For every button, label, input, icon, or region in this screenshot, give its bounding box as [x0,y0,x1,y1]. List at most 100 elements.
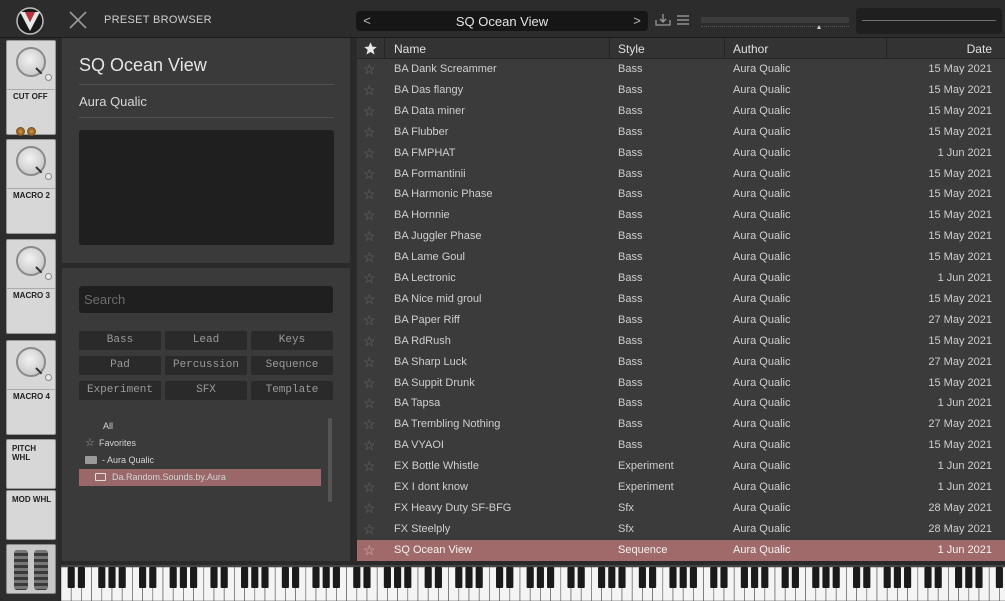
tag-template[interactable]: Template [251,381,333,400]
star-icon[interactable]: ☆ [363,395,376,411]
next-preset-button[interactable]: > [630,13,644,28]
black-key[interactable] [863,567,871,588]
star-icon[interactable]: ☆ [363,270,376,286]
pitch-wheel[interactable] [14,550,28,590]
black-key[interactable] [751,567,759,588]
black-key[interactable] [649,567,657,588]
tag-keys[interactable]: Keys [251,331,333,350]
table-row[interactable]: ☆ FX Heavy Duty SF-BFG Sfx Aura Qualic 28 Ma… [357,498,1005,519]
black-key[interactable] [904,567,912,588]
black-key[interactable] [220,567,228,588]
volume-marker[interactable] [817,25,821,29]
table-row[interactable]: ☆ SQ Ocean View Sequence Aura Qualic 1 Jun 2… [357,539,1005,561]
macro-knob-1[interactable]: CUT OFF [6,40,56,136]
close-icon[interactable] [68,10,88,30]
table-row[interactable]: ☆ BA FMPHAT Bass Aura Qualic 1 Jun 2021 [357,143,1005,164]
black-key[interactable] [241,567,249,588]
black-key[interactable] [322,567,330,588]
star-icon[interactable]: ☆ [363,500,376,516]
star-icon[interactable]: ☆ [363,82,376,98]
star-icon[interactable]: ☆ [363,312,376,328]
black-key[interactable] [332,567,340,588]
star-icon[interactable]: ☆ [363,291,376,307]
table-row[interactable]: ☆ FX Steelply Sfx Aura Qualic 28 May 2021 [357,519,1005,540]
black-key[interactable] [281,567,289,588]
tag-percussion[interactable]: Percussion [165,356,247,375]
star-icon[interactable]: ☆ [363,249,376,265]
tag-sequence[interactable]: Sequence [251,356,333,375]
black-key[interactable] [812,567,820,588]
star-icon[interactable]: ☆ [363,521,376,537]
black-key[interactable] [169,567,177,588]
black-key[interactable] [139,567,147,588]
black-key[interactable] [822,567,830,588]
black-key[interactable] [975,567,983,588]
column-header-author[interactable]: Author [733,42,768,56]
table-row[interactable]: ☆ BA RdRush Bass Aura Qualic 15 May 2021 [357,331,1005,352]
black-key[interactable] [312,567,320,588]
star-icon[interactable]: ☆ [363,145,376,161]
black-key[interactable] [118,567,126,588]
black-key[interactable] [781,567,789,588]
knob-icon[interactable] [16,47,52,81]
black-key[interactable] [577,567,585,588]
black-key[interactable] [179,567,187,588]
black-key[interactable] [791,567,799,588]
star-icon[interactable]: ☆ [363,186,376,202]
table-row[interactable]: ☆ BA Flubber Bass Aura Qualic 15 May 2021 [357,122,1005,143]
star-icon[interactable]: ☆ [363,103,376,119]
black-key[interactable] [689,567,697,588]
black-key[interactable] [720,567,728,588]
table-row[interactable]: ☆ BA Suppit Drunk Bass Aura Qualic 15 May 20… [357,373,1005,394]
black-key[interactable] [190,567,198,588]
star-icon[interactable]: ☆ [363,437,376,453]
black-key[interactable] [496,567,504,588]
table-row[interactable]: ☆ BA Das flangy Bass Aura Qualic 15 May 2021 [357,80,1005,101]
black-key[interactable] [547,567,555,588]
macro-knob-4[interactable]: MACRO 4 [6,340,56,435]
black-key[interactable] [893,567,901,588]
vital-logo-icon[interactable] [14,7,46,35]
tag-pad[interactable]: Pad [79,356,161,375]
black-key[interactable] [77,567,85,588]
star-icon[interactable]: ☆ [363,207,376,223]
table-row[interactable]: ☆ BA Hornnie Bass Aura Qualic 15 May 2021 [357,205,1005,226]
black-key[interactable] [669,567,677,588]
black-key[interactable] [710,567,718,588]
tag-bass[interactable]: Bass [79,331,161,350]
black-key[interactable] [955,567,963,588]
mod-wheel-button[interactable]: MOD WHL [6,490,56,540]
macro-knob-2[interactable]: MACRO 2 [6,139,56,234]
black-key[interactable] [455,567,463,588]
table-row[interactable]: ☆ BA Data miner Bass Aura Qualic 15 May 2021 [357,101,1005,122]
black-key[interactable] [363,567,371,588]
volume-meter[interactable] [701,14,849,29]
black-key[interactable] [353,567,361,588]
black-key[interactable] [608,567,616,588]
black-key[interactable] [761,567,769,588]
star-icon[interactable]: ☆ [363,333,376,349]
tree-scrollbar[interactable] [328,418,332,502]
knob-icon[interactable] [16,246,52,280]
black-key[interactable] [261,567,269,588]
black-key[interactable] [210,567,218,588]
tag-sfx[interactable]: SFX [165,381,247,400]
black-key[interactable] [292,567,300,588]
star-icon[interactable]: ☆ [363,354,376,370]
column-header-style[interactable]: Style [618,42,645,56]
black-key[interactable] [465,567,473,588]
star-icon[interactable]: ☆ [363,228,376,244]
black-key[interactable] [394,567,402,588]
star-icon[interactable]: ☆ [363,479,376,495]
star-icon[interactable]: ☆ [363,542,376,558]
black-key[interactable] [832,567,840,588]
table-row[interactable]: ☆ BA VYAOI Bass Aura Qualic 15 May 2021 [357,435,1005,456]
column-header-date[interactable]: Date [967,42,992,56]
table-row[interactable]: ☆ EX Bottle Whistle Experiment Aura Qualic 1… [357,456,1005,477]
table-row[interactable]: ☆ BA Harmonic Phase Bass Aura Qualic 15 May … [357,184,1005,205]
table-row[interactable]: ☆ BA Nice mid groul Bass Aura Qualic 15 May … [357,289,1005,310]
table-row[interactable]: ☆ BA Trembling Nothing Bass Aura Qualic 27 M… [357,414,1005,435]
table-row[interactable]: ☆ BA Dank Screammer Bass Aura Qualic 15 May … [357,59,1005,80]
mod-wheel[interactable] [34,550,48,590]
tree-item-selected-folder[interactable]: Da.Random.Sounds.by.Aura [79,469,321,486]
